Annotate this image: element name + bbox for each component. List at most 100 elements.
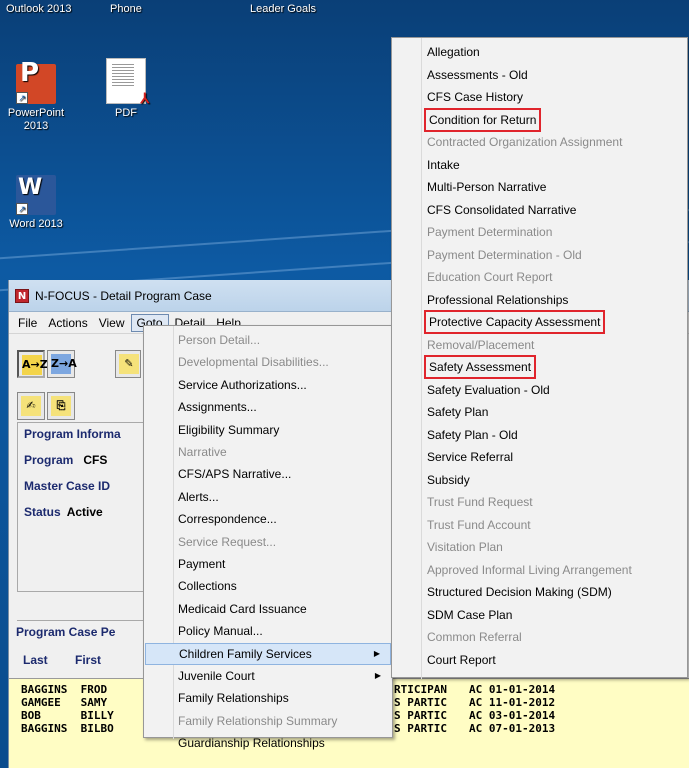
submenu-item[interactable]: Payment Determination	[425, 221, 554, 243]
submenu-item[interactable]: Payment Determination - Old	[425, 244, 584, 266]
submenu-item[interactable]: Removal/Placement	[425, 334, 536, 356]
phone-label[interactable]: Phone	[110, 3, 142, 15]
copy-document-button[interactable]: ⎘	[47, 392, 75, 420]
pdf-icon: ⅄	[106, 58, 149, 105]
goto-menu-item[interactable]: Guardianship Relationships	[145, 732, 391, 754]
person-role: S PARTIC	[394, 696, 447, 709]
goto-menu-item-label: Guardianship Relationships	[178, 736, 325, 751]
goto-menu-item-label: Developmental Disabilities...	[178, 355, 329, 370]
sort-az-button[interactable]: A→Z	[17, 350, 48, 378]
submenu-item[interactable]: Service Referral	[425, 446, 515, 468]
goto-menu-item-label: Juvenile Court	[178, 669, 255, 683]
submenu-item[interactable]: Structured Decision Making (SDM)	[425, 581, 614, 603]
person-edit-icon: ✍	[21, 396, 41, 416]
goto-menu-item[interactable]: Developmental Disabilities...	[145, 351, 391, 373]
goto-menu-item-label: Collections	[178, 579, 237, 594]
submenu-item[interactable]: Protective Capacity Assessment	[423, 310, 606, 334]
goto-menu-item[interactable]: Eligibility Summary	[145, 419, 391, 441]
list-item[interactable]: BAGGINS FROD RTICIPAN AC 01-01-2014	[21, 683, 555, 696]
pdf-shortcut[interactable]: ⅄ PDF	[90, 58, 162, 120]
submenu-item[interactable]: Multi-Person Narrative	[425, 176, 548, 198]
edit-tool-button[interactable]: ✎	[115, 350, 141, 378]
submenu-item[interactable]: Visitation Plan	[425, 536, 505, 558]
submenu-item[interactable]: Trust Fund Account	[425, 514, 533, 536]
list-item[interactable]: GAMGEE SAMY S PARTIC AC 11-01-2012	[21, 696, 555, 709]
goto-menu-item[interactable]: Narrative	[145, 441, 391, 463]
submenu-item[interactable]: Allegation	[425, 41, 482, 63]
list-item[interactable]: BOB BILLY S PARTIC AC 03-01-2014	[21, 709, 555, 722]
goto-menu-item[interactable]: Assignments...	[145, 396, 391, 418]
goto-menu-item[interactable]: Children Family Services ▶	[145, 642, 391, 665]
col-first-header[interactable]: First	[75, 653, 101, 667]
menu-file[interactable]: File	[13, 315, 42, 331]
submenu-item[interactable]: Assessments - Old	[425, 64, 530, 86]
goto-menu-item[interactable]: Collections	[145, 575, 391, 597]
submenu-item[interactable]: Safety Evaluation - Old	[425, 379, 552, 401]
submenu-arrow-icon: ▶	[374, 671, 381, 680]
person-role: RTICIPAN	[394, 683, 447, 696]
submenu-item[interactable]: Approved Informal Living Arrangement	[425, 559, 634, 581]
goto-menu-item[interactable]: Alerts...	[145, 486, 391, 508]
submenu-item[interactable]: Safety Plan	[425, 401, 490, 423]
col-last-header[interactable]: Last	[23, 653, 48, 667]
submenu-item[interactable]: Safety Plan - Old	[425, 424, 520, 446]
window-title: N-FOCUS - Detail Program Case	[35, 288, 212, 303]
submenu-icon-gutter	[421, 38, 422, 679]
goto-menu-item-label: Narrative	[178, 445, 227, 459]
submenu-item[interactable]: Subsidy	[425, 469, 472, 491]
program-information-heading: Program Informa	[24, 427, 121, 441]
desktop-top-labels: Outlook 2013 Phone Leader Goals	[0, 0, 689, 18]
person-edit-button[interactable]: ✍	[17, 392, 45, 420]
goto-menu-item[interactable]: Payment	[145, 553, 391, 575]
master-case-label: Master Case ID	[24, 479, 111, 493]
goto-menu-item[interactable]: Juvenile Court ▶	[145, 665, 391, 687]
submenu-item[interactable]: Professional Relationships	[425, 289, 570, 311]
list-item[interactable]: BAGGINS BILBO S PARTIC AC 07-01-2013	[21, 722, 555, 735]
pencil-icon: ✎	[119, 354, 139, 374]
goto-menu-item-label: Assignments...	[178, 400, 257, 415]
goto-menu-item[interactable]: Family Relationships	[145, 687, 391, 709]
submenu-item[interactable]: Intake	[425, 154, 462, 176]
menu-actions[interactable]: Actions	[43, 315, 92, 331]
status-field: Status Active	[24, 505, 103, 519]
goto-menu-item[interactable]: CFS/APS Narrative...	[145, 463, 391, 485]
goto-menu-item[interactable]: Service Request...	[145, 531, 391, 553]
goto-menu-item-label: Children Family Services	[179, 646, 312, 661]
submenu-item[interactable]: Court Report	[425, 649, 498, 671]
goto-menu-item[interactable]: Family Relationship Summary	[145, 710, 391, 732]
submenu-item[interactable]: Common Referral	[425, 626, 524, 648]
goto-menu-item[interactable]: Correspondence...	[145, 508, 391, 530]
person-first: BILLY	[80, 709, 114, 722]
submenu-item[interactable]: CFS Consolidated Narrative	[425, 199, 578, 221]
person-first: BILBO	[80, 722, 114, 735]
goto-menu-item-label: Medicaid Card Issuance	[178, 601, 307, 616]
word-icon: ↗	[16, 175, 56, 215]
goto-menu-item-label: Family Relationship Summary	[178, 713, 338, 728]
goto-menu-item[interactable]: Person Detail...	[145, 329, 391, 351]
sort-za-button[interactable]: Z→A	[47, 350, 77, 378]
submenu-item[interactable]: CFS Case History	[425, 86, 525, 108]
person-date: AC 11-01-2012	[469, 696, 556, 709]
leader-goals-label[interactable]: Leader Goals	[250, 3, 316, 15]
submenu-item[interactable]: Safety Assessment	[423, 355, 537, 379]
powerpoint-shortcut[interactable]: ↗ PowerPoint 2013	[0, 64, 72, 133]
submenu-item[interactable]: Condition for Return	[423, 107, 542, 132]
person-last: BOB	[21, 709, 41, 722]
word-shortcut[interactable]: ↗ Word 2013	[0, 175, 72, 231]
submenu-item[interactable]: Contracted Organization Assignment	[425, 131, 624, 153]
goto-menu-item[interactable]: Medicaid Card Issuance	[145, 598, 391, 620]
submenu-item[interactable]: Trust Fund Request	[425, 491, 535, 513]
goto-menu-item[interactable]: Policy Manual...	[145, 620, 391, 642]
outlook-label[interactable]: Outlook 2013	[6, 3, 71, 15]
goto-menu-item-label: Service Authorizations...	[178, 377, 307, 392]
word-label: Word 2013	[9, 218, 63, 230]
goto-menu-item[interactable]: Service Authorizations...	[145, 374, 391, 396]
person-date: AC 07-01-2013	[469, 722, 556, 735]
submenu-item[interactable]: SDM Case Plan	[425, 604, 514, 626]
pdf-label: PDF	[115, 107, 137, 119]
goto-menu-item-label: Payment	[178, 557, 226, 571]
program-information-group: Program Informa Program CFS Master Case I…	[17, 422, 162, 592]
submenu-item[interactable]: Education Court Report	[425, 266, 554, 288]
menu-view[interactable]: View	[94, 315, 130, 331]
person-date: AC 01-01-2014	[469, 683, 556, 696]
